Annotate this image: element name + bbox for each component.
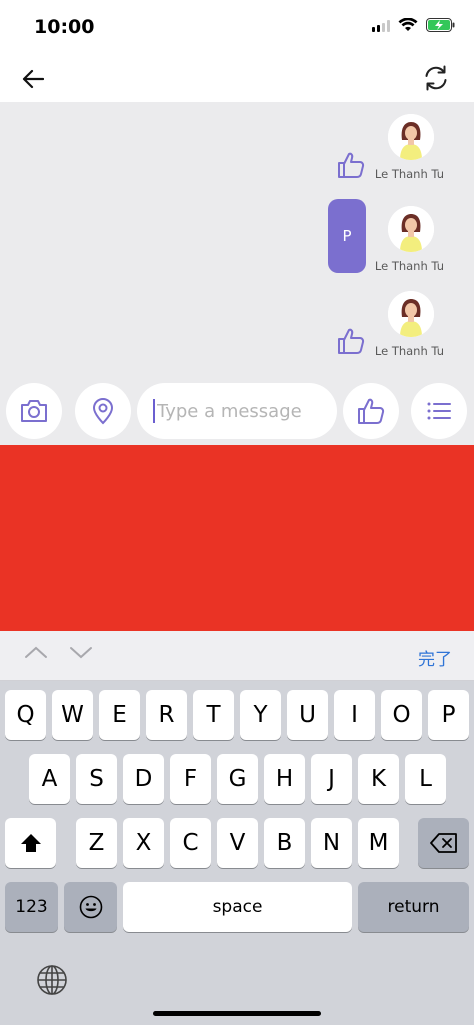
globe-icon xyxy=(37,965,67,995)
key-s[interactable]: S xyxy=(76,754,117,804)
backspace-icon xyxy=(429,833,457,853)
back-arrow-icon xyxy=(22,69,44,89)
key-e[interactable]: E xyxy=(99,690,140,740)
key-h[interactable]: H xyxy=(264,754,305,804)
chevron-up-icon xyxy=(25,646,47,658)
shift-key[interactable] xyxy=(5,818,56,868)
message-input[interactable] xyxy=(157,400,317,422)
key-r[interactable]: R xyxy=(146,690,187,740)
chat-message: Le Thanh Tu xyxy=(0,114,474,194)
shift-arrow-icon xyxy=(20,834,41,852)
key-x[interactable]: X xyxy=(123,818,164,868)
space-key[interactable]: space xyxy=(123,882,352,932)
like-thumb-icon xyxy=(336,326,366,356)
status-icons xyxy=(372,17,456,37)
key-q[interactable]: Q xyxy=(5,690,46,740)
next-field-button[interactable] xyxy=(69,645,93,665)
home-indicator xyxy=(153,1011,321,1016)
globe-language-button[interactable] xyxy=(36,964,68,996)
list-icon xyxy=(427,402,451,420)
key-l[interactable]: L xyxy=(405,754,446,804)
like-thumb-icon xyxy=(336,150,366,180)
keyboard: Q W E R T Y U I O P A S D F G H J K L Z … xyxy=(0,681,474,1025)
nav-bar xyxy=(0,56,474,102)
sender-avatar xyxy=(388,114,434,160)
key-g[interactable]: G xyxy=(217,754,258,804)
key-p[interactable]: P xyxy=(428,690,469,740)
message-input-container[interactable] xyxy=(137,383,337,439)
key-b[interactable]: B xyxy=(264,818,305,868)
key-t[interactable]: T xyxy=(193,690,234,740)
chevron-down-icon xyxy=(70,647,92,659)
key-z[interactable]: Z xyxy=(76,818,117,868)
key-c[interactable]: C xyxy=(170,818,211,868)
key-u[interactable]: U xyxy=(287,690,328,740)
refresh-icon xyxy=(425,65,447,91)
sender-avatar xyxy=(388,291,434,337)
refresh-button[interactable] xyxy=(420,62,452,94)
thumbs-up-icon xyxy=(358,398,385,424)
sender-avatar xyxy=(388,206,434,252)
previous-field-button[interactable] xyxy=(24,645,48,665)
key-i[interactable]: I xyxy=(334,690,375,740)
numbers-key[interactable]: 123 xyxy=(5,882,58,932)
key-j[interactable]: J xyxy=(311,754,352,804)
key-k[interactable]: K xyxy=(358,754,399,804)
key-o[interactable]: O xyxy=(381,690,422,740)
camera-button[interactable] xyxy=(6,383,62,439)
chat-message: P Le Thanh Tu xyxy=(0,198,474,288)
emoji-icon xyxy=(79,895,102,919)
key-y[interactable]: Y xyxy=(240,690,281,740)
back-button[interactable] xyxy=(18,64,48,94)
chat-message: Le Thanh Tu xyxy=(0,291,474,371)
sender-name: Le Thanh Tu xyxy=(374,259,444,273)
wifi-icon xyxy=(398,17,418,37)
key-v[interactable]: V xyxy=(217,818,258,868)
key-w[interactable]: W xyxy=(52,690,93,740)
battery-charging-icon xyxy=(426,18,456,37)
text-caret xyxy=(153,399,155,423)
delete-key[interactable] xyxy=(418,818,469,868)
key-n[interactable]: N xyxy=(311,818,352,868)
sender-name: Le Thanh Tu xyxy=(374,167,444,181)
sender-name: Le Thanh Tu xyxy=(374,344,444,358)
key-a[interactable]: A xyxy=(29,754,70,804)
key-d[interactable]: D xyxy=(123,754,164,804)
status-bar: 10:00 xyxy=(0,0,474,56)
camera-icon xyxy=(21,400,47,422)
like-button[interactable] xyxy=(343,383,399,439)
return-key[interactable]: return xyxy=(358,882,469,932)
done-button[interactable]: 完了 xyxy=(418,645,452,670)
message-input-bar xyxy=(0,381,474,441)
location-pin-icon xyxy=(92,398,114,425)
emoji-key[interactable] xyxy=(64,882,117,932)
chat-message-list[interactable]: Le Thanh Tu P Le Thanh Tu Le Thanh Tu xyxy=(0,102,474,445)
key-m[interactable]: M xyxy=(358,818,399,868)
menu-list-button[interactable] xyxy=(411,383,467,439)
red-content-panel xyxy=(0,445,474,631)
status-time: 10:00 xyxy=(34,16,95,38)
key-f[interactable]: F xyxy=(170,754,211,804)
cellular-signal-icon xyxy=(372,19,390,37)
keyboard-accessory-bar: 完了 xyxy=(0,631,474,681)
location-button[interactable] xyxy=(75,383,131,439)
message-bubble[interactable]: P xyxy=(328,199,366,273)
